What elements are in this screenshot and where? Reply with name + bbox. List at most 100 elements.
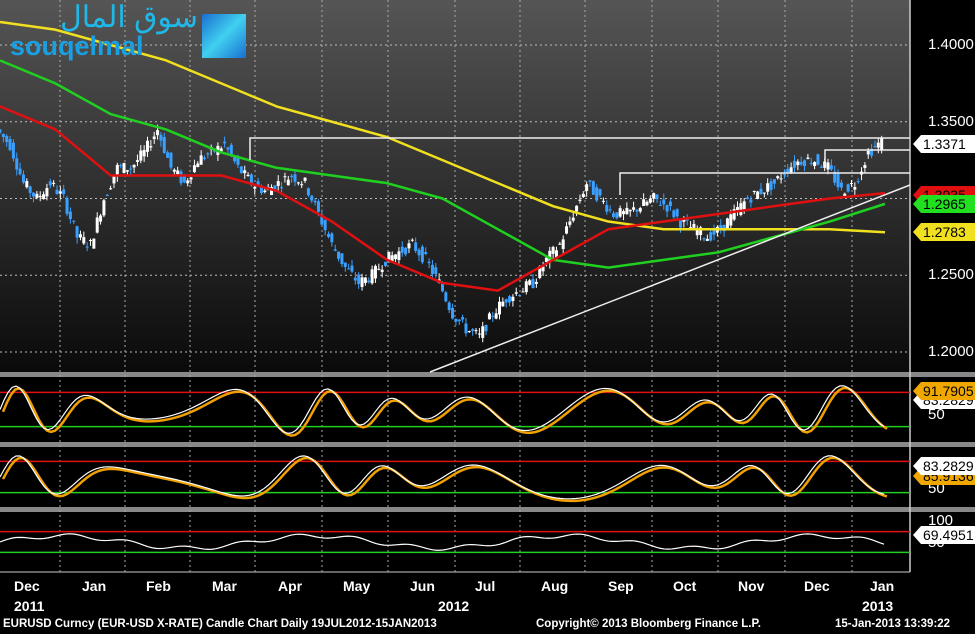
candle-body [11, 142, 15, 159]
candle-body [756, 191, 760, 199]
candle-body [169, 152, 173, 168]
candle-body [504, 299, 508, 303]
candle-body [363, 277, 367, 283]
candle-body [186, 180, 190, 184]
candle-body [243, 170, 247, 174]
candle-body [782, 173, 786, 175]
candle-body [725, 218, 729, 229]
candle-body [202, 157, 206, 160]
candle-body [32, 192, 36, 197]
candle-body [290, 175, 294, 178]
candle-body [337, 251, 341, 259]
panel-divider [0, 507, 975, 512]
candle-body [608, 209, 612, 211]
candle-body [655, 194, 659, 200]
candle-body [776, 176, 780, 179]
candle-body [350, 265, 354, 272]
year-label: 2012 [438, 598, 470, 614]
candle-body [863, 164, 867, 168]
candle-body [414, 242, 418, 251]
candle-body [514, 292, 518, 294]
candle-body [813, 162, 817, 167]
candle-body [467, 331, 471, 333]
candle-body [72, 220, 76, 222]
candle-body [192, 165, 196, 173]
candle-body [558, 243, 562, 245]
candle-body [407, 243, 411, 249]
candle-body [531, 279, 535, 289]
candle-body [662, 199, 666, 205]
candle-body [799, 162, 803, 165]
candle-body [35, 193, 39, 198]
y-tick: 1.3500 [928, 113, 974, 130]
candle-body [78, 234, 82, 238]
candle-body [122, 163, 126, 173]
month-label: May [343, 578, 371, 594]
candle-body [293, 174, 297, 182]
month-label: Dec [804, 578, 830, 594]
candle-body [581, 193, 585, 197]
candle-body [645, 201, 649, 206]
candle-body [152, 136, 156, 140]
candle-body [280, 187, 284, 189]
candle-body [68, 211, 72, 219]
candle-body [347, 268, 351, 270]
candle-body [353, 277, 357, 281]
candle-body [246, 174, 250, 177]
candle-body [611, 213, 615, 217]
candle-body [394, 254, 398, 260]
candle-body [65, 197, 69, 214]
candle-body [628, 209, 632, 212]
candle-body [259, 187, 263, 194]
candle-body [125, 170, 129, 172]
candle-body [534, 281, 538, 284]
candle-body [92, 238, 96, 249]
candle-body [819, 166, 823, 168]
candle-body [789, 167, 793, 173]
candle-body [112, 176, 116, 184]
candle-body [622, 211, 626, 215]
candle-body [15, 158, 19, 170]
panel-divider [0, 442, 975, 447]
candle-body [327, 234, 331, 237]
candle-body [454, 318, 458, 322]
candle-body [223, 141, 227, 144]
candle-body [303, 177, 307, 181]
candle-body [474, 330, 478, 332]
candle-body [642, 199, 646, 207]
candle-body [310, 195, 314, 201]
candle-body [803, 160, 807, 167]
bloomberg-chart: سوق المال souqelmal 1.4000 1.3500 1.2500… [0, 0, 975, 634]
candle-body [792, 160, 796, 168]
candle-body [236, 158, 240, 165]
candle-body [494, 313, 498, 319]
candle-body [565, 226, 569, 234]
y-tick: 1.4000 [928, 36, 974, 53]
candle-body [598, 189, 602, 196]
footer-copyright: Copyright© 2013 Bloomberg Finance L.P. [536, 618, 761, 630]
candle-body [206, 153, 210, 155]
candle-body [544, 257, 548, 263]
candle-body [384, 261, 388, 266]
candle-body [464, 323, 468, 334]
souqelmal-logo: سوق المال souqelmal [10, 3, 246, 60]
candle-body [461, 317, 465, 320]
candle-body [283, 176, 287, 178]
candle-body [853, 187, 857, 190]
candle-body [253, 186, 257, 189]
candle-body [8, 139, 12, 150]
candle-body [263, 190, 267, 193]
candle-body [561, 239, 565, 249]
candle-body [146, 140, 149, 152]
candle-body [762, 192, 766, 194]
candle-body [809, 162, 813, 165]
candle-body [18, 168, 22, 175]
candle-body [199, 155, 203, 165]
candle-body [491, 315, 495, 317]
candle-body [316, 201, 320, 212]
candle-body [635, 209, 639, 212]
candle-body [709, 232, 713, 241]
month-label: Dec [14, 578, 40, 594]
candle-body [38, 195, 42, 198]
candle-body [521, 291, 525, 293]
